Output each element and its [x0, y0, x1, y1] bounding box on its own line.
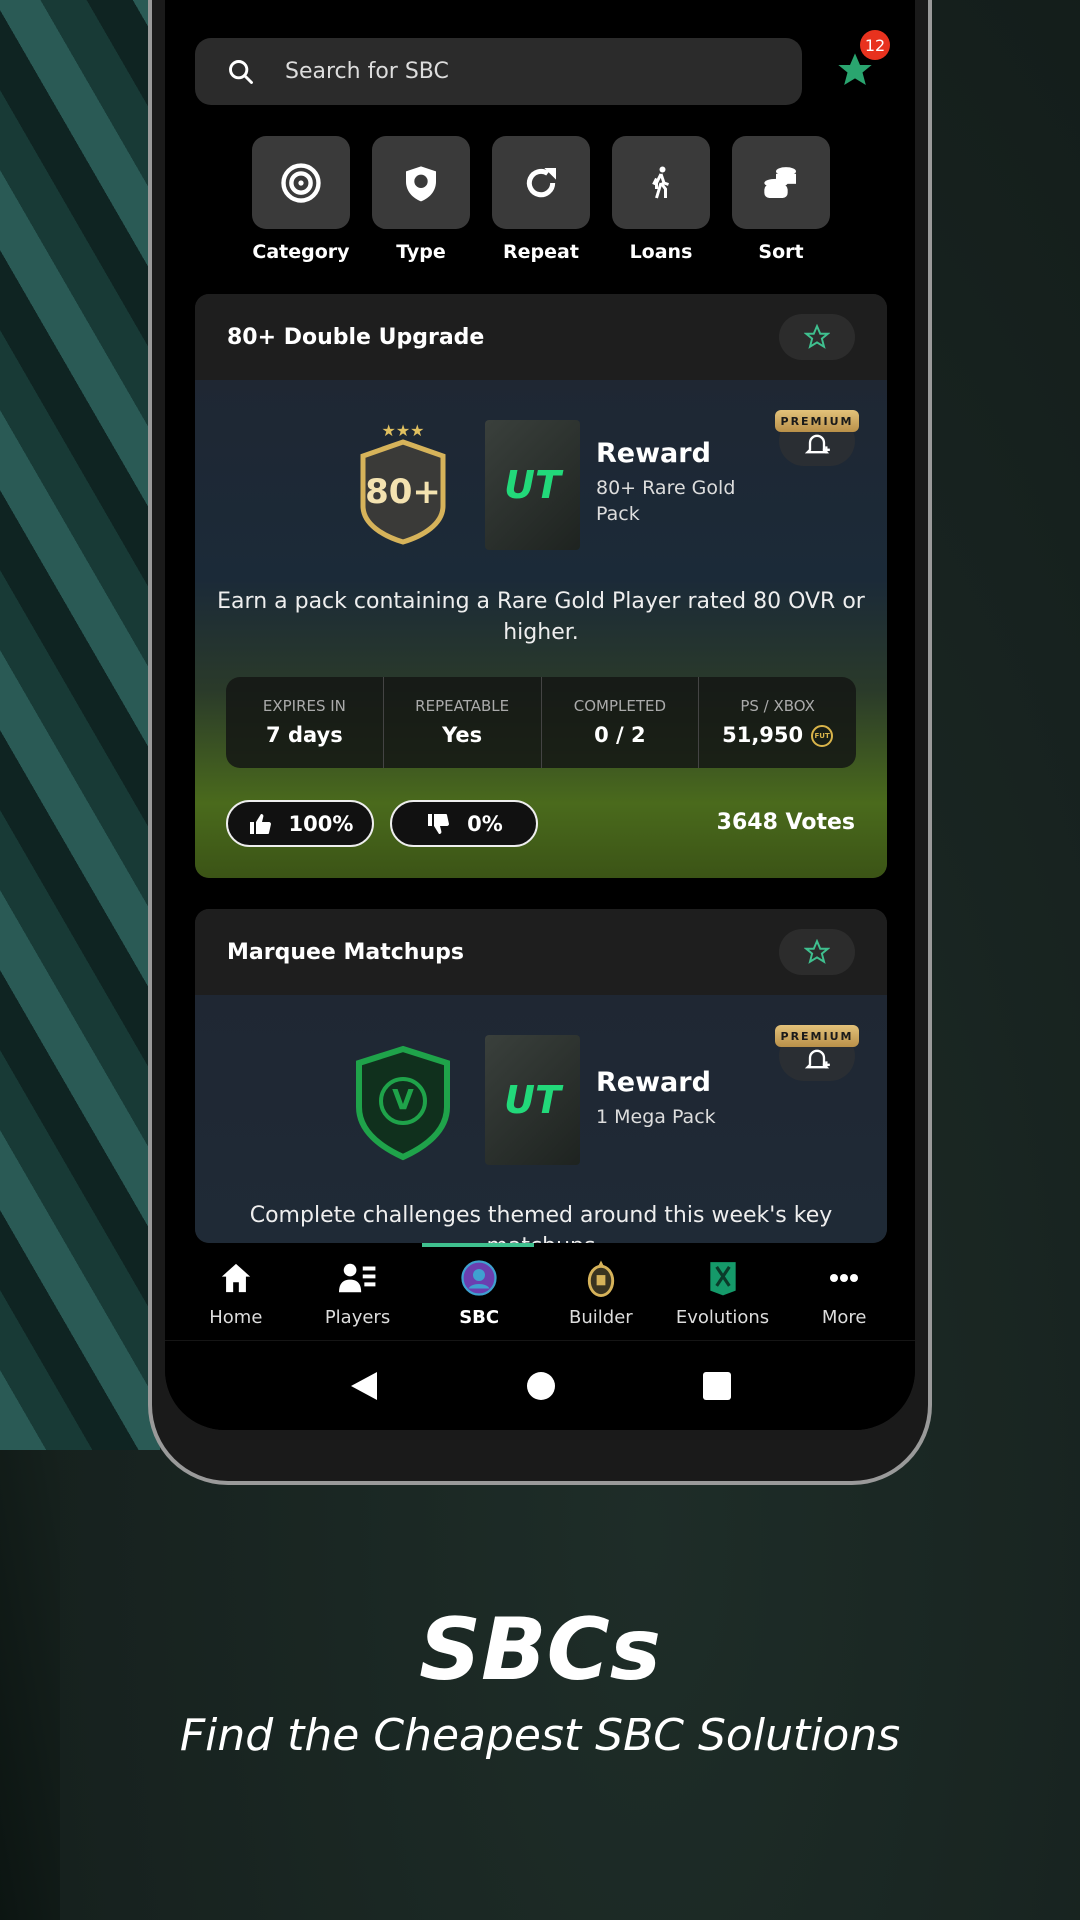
player-badge-icon: ★★★ 80+	[355, 420, 451, 545]
phone-screen: Search for SBC 12 Category Type Repeat L…	[165, 0, 915, 1430]
repeat-icon	[526, 167, 556, 197]
star-outline-icon	[804, 324, 830, 349]
upvote-button[interactable]: 100%	[226, 800, 374, 847]
players-icon	[338, 1263, 375, 1293]
evolutions-icon	[709, 1262, 736, 1296]
nav-evolutions[interactable]: Evolutions	[662, 1243, 784, 1340]
target-icon	[281, 162, 321, 203]
shield-ball-icon	[406, 165, 436, 201]
reward-name: 80+ Rare Gold Pack	[596, 477, 736, 525]
promo-subtitle: Find the Cheapest SBC Solutions	[179, 1710, 901, 1761]
stats-panel: EXPIRES IN 7 days REPEATABLE Yes COMPLETED…	[226, 677, 856, 768]
badge-text: V	[392, 1083, 414, 1116]
nav-label: More	[821, 1307, 867, 1328]
downvote-button[interactable]: 0%	[390, 800, 538, 847]
filter-category-button[interactable]: Category	[252, 136, 350, 263]
favorite-button[interactable]	[779, 314, 855, 360]
more-icon	[830, 1274, 859, 1282]
sbc-card[interactable]: 80+ Double Upgrade PREMIUM ★★★ 80+ UT Re…	[195, 294, 887, 878]
stat-label: REPEATABLE	[415, 697, 510, 715]
promo-title: SBCs	[419, 1600, 661, 1700]
filter-label: Type	[396, 241, 446, 263]
search-placeholder: Search for SBC	[285, 59, 449, 84]
search-icon	[229, 59, 253, 84]
sbc-title: Marquee Matchups	[227, 939, 464, 965]
home-circle-icon[interactable]	[526, 1371, 556, 1401]
bell-plus-icon	[804, 434, 830, 454]
stat-value: 51,950	[722, 723, 804, 747]
background-art	[0, 0, 160, 1450]
filter-repeat-button[interactable]: Repeat	[492, 136, 590, 263]
nav-players[interactable]: Players	[297, 1243, 419, 1340]
stat-label: EXPIRES IN	[262, 697, 346, 715]
fut-coin-icon: FUT	[811, 725, 834, 747]
pack-icon: UT	[485, 1035, 580, 1165]
sbc-card[interactable]: Marquee Matchups PREMIUM V UT Reward 1 Me…	[195, 909, 887, 1243]
vote-count: 3648 Votes	[716, 810, 855, 835]
marquee-badge-icon: V	[355, 1045, 451, 1170]
filter-sort-button[interactable]: Sort	[732, 136, 830, 263]
filter-label: Loans	[629, 241, 693, 263]
stat-label: COMPLETED	[573, 697, 667, 715]
recents-icon[interactable]	[703, 1371, 732, 1400]
bottom-nav: Home Players SBC Builder Evolutions More	[165, 1243, 915, 1340]
premium-badge: PREMIUM	[775, 410, 859, 432]
sbc-description: Complete challenges themed around this w…	[249, 1203, 833, 1243]
nav-builder[interactable]: Builder	[540, 1243, 662, 1340]
system-nav-bar	[165, 1340, 915, 1430]
search-input[interactable]: Search for SBC	[195, 38, 802, 105]
star-outline-icon	[804, 939, 830, 964]
favorites-count-badge: 12	[860, 30, 890, 60]
builder-icon	[587, 1260, 614, 1297]
filter-label: Sort	[758, 241, 804, 263]
stat-value: 0 / 2	[594, 723, 646, 747]
sbc-icon	[461, 1260, 497, 1296]
walking-icon	[652, 166, 669, 198]
nav-label: Evolutions	[675, 1307, 770, 1328]
nav-more[interactable]: More	[783, 1243, 905, 1340]
thumbs-down-icon	[428, 813, 450, 834]
nav-sbc[interactable]: SBC	[418, 1243, 540, 1340]
stat-value: Yes	[442, 723, 483, 747]
downvote-percent: 0%	[467, 811, 503, 836]
pack-icon: UT	[485, 420, 580, 550]
premium-badge: PREMIUM	[775, 1025, 859, 1047]
back-icon[interactable]	[349, 1370, 379, 1402]
filter-loans-button[interactable]: Loans	[612, 136, 710, 263]
active-tab-indicator	[422, 1243, 534, 1247]
filter-label: Repeat	[503, 241, 579, 263]
home-icon	[221, 1263, 250, 1293]
badge-text: 80+	[365, 472, 441, 512]
stat-label: PS / XBOX	[740, 697, 815, 715]
sbc-description: Earn a pack containing a Rare Gold Playe…	[217, 589, 865, 645]
filter-label: Category	[252, 241, 350, 263]
nav-label: SBC	[459, 1307, 500, 1328]
stat-value: 7 days	[266, 723, 343, 747]
favorite-button[interactable]	[779, 929, 855, 975]
upvote-percent: 100%	[288, 811, 354, 836]
thumbs-up-icon	[249, 813, 271, 834]
nav-label: Home	[209, 1307, 263, 1328]
reward-title: Reward	[596, 438, 711, 469]
nav-label: Players	[324, 1307, 391, 1328]
reward-name: 1 Mega Pack	[596, 1106, 716, 1128]
coins-icon	[764, 166, 796, 198]
sbc-title: 80+ Double Upgrade	[227, 324, 485, 350]
svg-text:★★★: ★★★	[381, 421, 424, 440]
bell-plus-icon	[804, 1049, 830, 1069]
nav-label: Builder	[569, 1307, 633, 1328]
nav-home[interactable]: Home	[175, 1243, 297, 1340]
filter-type-button[interactable]: Type	[372, 136, 470, 263]
reward-title: Reward	[596, 1067, 711, 1098]
